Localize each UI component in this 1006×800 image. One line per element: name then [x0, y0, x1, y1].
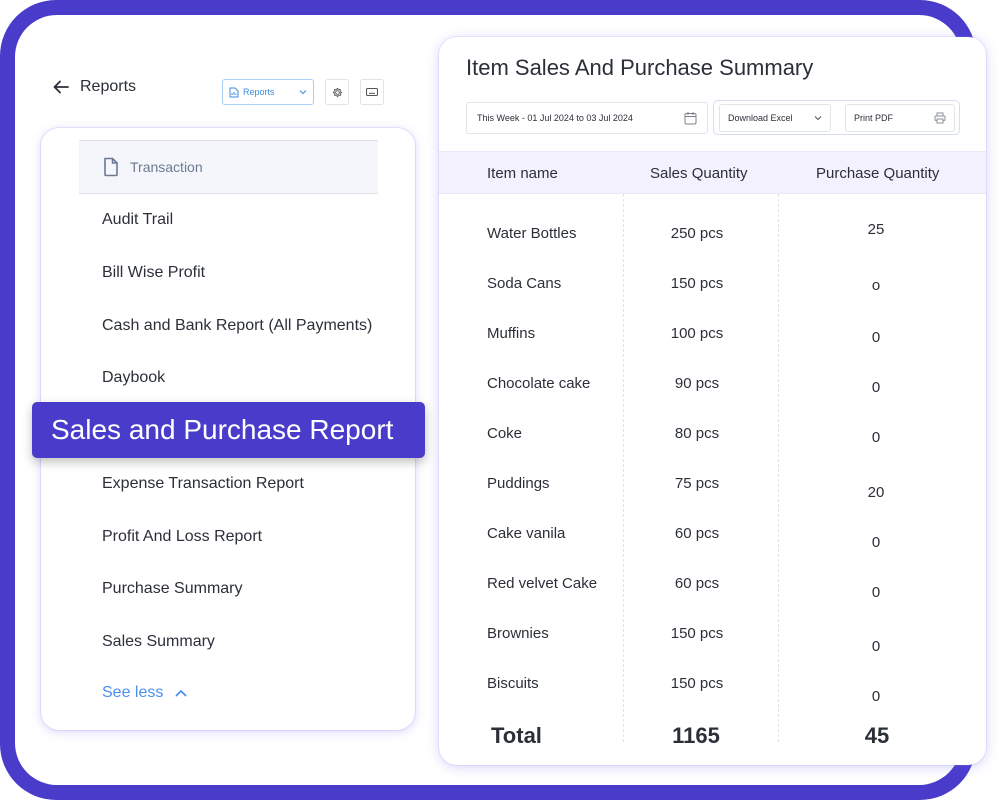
total-label: Total — [491, 723, 542, 748]
table-row-sales-quantity: 150 pcs — [670, 625, 724, 642]
date-range-picker[interactable]: This Week - 01 Jul 2024 to 03 Jul 2024 — [466, 102, 708, 134]
sidebar-item-profit-and-loss[interactable]: Profit And Loss Report — [102, 528, 262, 546]
table-row-item-name: Soda Cans — [487, 275, 562, 292]
download-excel-dropdown[interactable]: Download Excel — [719, 104, 831, 132]
table-row-purchase-quantity: o — [871, 277, 881, 294]
sidebar-item-sales-summary[interactable]: Sales Summary — [102, 633, 215, 651]
sidebar-item-expense-transaction[interactable]: Expense Transaction Report — [102, 475, 304, 493]
table-row-sales-quantity: 60 pcs — [674, 525, 720, 542]
table-row-sales-quantity: 80 pcs — [674, 425, 720, 442]
table-row-sales-quantity: 75 pcs — [674, 475, 720, 492]
document-icon — [104, 157, 118, 177]
table-row-item-name: Cake vanila — [487, 525, 566, 542]
column-header-sales-quantity: Sales Quantity — [650, 165, 748, 182]
column-header-purchase-quantity: Purchase Quantity — [816, 165, 940, 182]
date-range-value: This Week - 01 Jul 2024 to 03 Jul 2024 — [477, 113, 633, 123]
table-row-purchase-quantity: 0 — [871, 329, 881, 346]
see-less-link[interactable]: See less — [102, 684, 187, 702]
printer-icon — [934, 112, 946, 124]
print-pdf-label: Print PDF — [854, 113, 894, 123]
report-file-icon — [229, 87, 239, 97]
table-row-purchase-quantity: 0 — [871, 638, 881, 655]
report-title: Item Sales And Purchase Summary — [466, 55, 814, 80]
calendar-icon — [684, 112, 697, 125]
chevron-up-icon — [175, 689, 187, 697]
back-to-reports[interactable]: Reports — [52, 78, 136, 96]
table-row-sales-quantity: 150 pcs — [670, 675, 724, 692]
see-less-label: See less — [102, 684, 164, 701]
table-row-purchase-quantity: 0 — [871, 379, 881, 396]
table-row-item-name: Muffins — [487, 325, 536, 342]
chevron-down-icon — [814, 116, 822, 121]
print-pdf-button[interactable]: Print PDF — [845, 104, 955, 132]
table-row-item-name: Red velvet Cake — [487, 575, 598, 592]
sidebar-section-label: Transaction — [130, 159, 203, 175]
sidebar-item-audit-trail[interactable]: Audit Trail — [102, 211, 173, 229]
table-row-sales-quantity: 100 pcs — [670, 325, 724, 342]
keyboard-icon — [366, 88, 378, 96]
reports-dropdown[interactable]: Reports — [222, 79, 314, 105]
column-divider — [778, 194, 779, 742]
table-row-purchase-quantity: 20 — [867, 484, 885, 501]
reports-dropdown-value: Reports — [243, 87, 275, 97]
total-sales-quantity: 1165 — [672, 723, 720, 748]
sidebar-item-sales-and-purchase-report[interactable]: Sales and Purchase Report — [32, 402, 425, 458]
page-title: Reports — [80, 78, 137, 95]
sidebar-section-transaction[interactable]: Transaction — [79, 140, 378, 194]
table-row-item-name: Chocolate cake — [487, 375, 591, 392]
table-row-item-name: Puddings — [487, 475, 550, 492]
sidebar-item-cash-and-bank[interactable]: Cash and Bank Report (All Payments) — [102, 317, 372, 335]
table-row-sales-quantity: 90 pcs — [674, 375, 720, 392]
table-row-sales-quantity: 60 pcs — [674, 575, 720, 592]
keyboard-shortcuts-button[interactable] — [360, 79, 384, 105]
sidebar-item-purchase-summary[interactable]: Purchase Summary — [102, 580, 243, 598]
settings-button[interactable] — [325, 79, 349, 105]
table-row-purchase-quantity: 25 — [867, 221, 885, 238]
table-row-sales-quantity: 250 pcs — [670, 225, 724, 242]
total-purchase-quantity: 45 — [864, 723, 890, 748]
sidebar-item-bill-wise-profit[interactable]: Bill Wise Profit — [102, 264, 205, 282]
table-row-purchase-quantity: 0 — [871, 534, 881, 551]
download-excel-label: Download Excel — [728, 113, 793, 123]
export-actions-group: Download Excel Print PDF — [713, 100, 960, 135]
sidebar-item-daybook[interactable]: Daybook — [102, 369, 165, 387]
column-divider — [623, 194, 624, 742]
table-row-purchase-quantity: 0 — [871, 429, 881, 446]
report-card: Item Sales And Purchase Summary This Wee… — [439, 37, 986, 765]
gear-icon — [332, 87, 342, 97]
table-header: Item name Sales Quantity Purchase Quanti… — [439, 151, 986, 194]
table-row-purchase-quantity: 0 — [871, 584, 881, 601]
arrow-left-icon — [53, 80, 69, 94]
table-row-sales-quantity: 150 pcs — [670, 275, 724, 292]
table-row-item-name: Water Bottles — [487, 225, 577, 242]
table-row-item-name: Coke — [487, 425, 523, 442]
column-header-item-name: Item name — [487, 165, 558, 182]
chevron-down-icon — [299, 90, 307, 95]
table-row-purchase-quantity: 0 — [871, 688, 881, 705]
table-row-item-name: Brownies — [487, 625, 549, 642]
table-row-item-name: Biscuits — [487, 675, 539, 692]
